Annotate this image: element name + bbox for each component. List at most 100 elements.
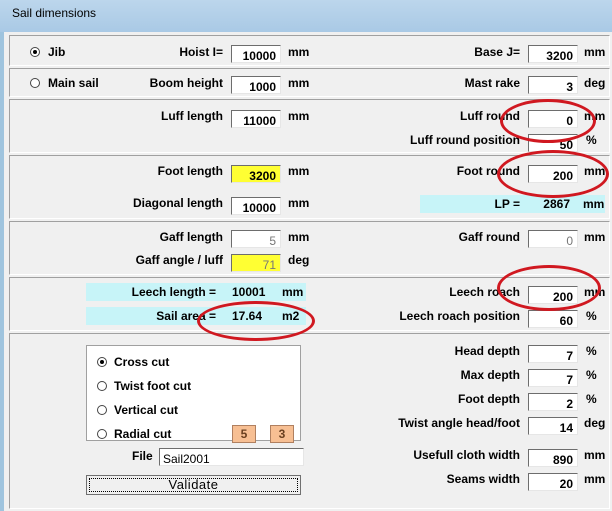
leech-roach-position-label: Leech roach position: [399, 309, 520, 323]
mast-rake-field[interactable]: 3: [528, 76, 578, 94]
base-label: Base J=: [474, 45, 520, 59]
gaff-round-unit: mm: [584, 230, 606, 244]
gaff-length-unit: mm: [288, 230, 310, 244]
cross-cut-radio[interactable]: [97, 357, 107, 367]
foot-panel: Foot length 3200 mm Foot round 200 mm Di…: [9, 155, 610, 219]
gaff-angle-field[interactable]: 71: [231, 254, 281, 272]
diagonal-length-unit: mm: [288, 196, 310, 210]
seams-width-unit: mm: [584, 472, 606, 486]
foot-round-field[interactable]: 200: [528, 165, 578, 183]
leech-length-label: Leech length =: [131, 285, 216, 299]
max-depth-unit: %: [586, 368, 597, 382]
usefull-cloth-width-field[interactable]: 890: [528, 449, 578, 467]
usefull-cloth-width-unit: mm: [584, 448, 606, 462]
title-bar: Sail dimensions: [0, 0, 612, 32]
foot-length-label: Foot length: [157, 164, 223, 178]
sail-area-unit: m2: [282, 309, 300, 323]
max-depth-field[interactable]: 7: [528, 369, 578, 387]
boom-height-label: Boom height: [149, 76, 223, 90]
main-sail-panel: Main sail Boom height 1000 mm Mast rake …: [9, 68, 610, 97]
gaff-angle-label: Gaff angle / luff: [135, 253, 223, 267]
radial-cut-label: Radial cut: [114, 427, 172, 441]
gaff-panel: Gaff length 5 mm Gaff round 0 mm Gaff an…: [9, 221, 610, 275]
mast-rake-unit: deg: [584, 76, 606, 90]
foot-length-field[interactable]: 3200: [231, 165, 281, 183]
hoist-field[interactable]: 10000: [231, 45, 281, 63]
lp-label: LP =: [494, 197, 520, 211]
leech-length-readout: Leech length = 10001 mm: [86, 283, 306, 301]
main-sail-label: Main sail: [48, 76, 99, 90]
seams-width-field[interactable]: 20: [528, 473, 578, 491]
luff-round-field[interactable]: 0: [528, 110, 578, 128]
validate-button[interactable]: Validate: [86, 475, 301, 495]
lp-value: 2867: [543, 197, 570, 211]
vertical-cut-label: Vertical cut: [114, 403, 179, 417]
luff-round-unit: mm: [584, 109, 606, 123]
foot-length-unit: mm: [288, 164, 310, 178]
file-field[interactable]: Sail2001: [159, 448, 304, 466]
sail-area-readout: Sail area = 17.64 m2: [86, 307, 306, 325]
radial-count-b[interactable]: 3: [270, 425, 294, 443]
window-title: Sail dimensions: [12, 6, 97, 20]
foot-depth-unit: %: [586, 392, 597, 406]
twist-angle-unit: deg: [584, 416, 606, 430]
twist-angle-label: Twist angle head/foot: [398, 416, 520, 430]
leech-roach-field[interactable]: 200: [528, 286, 578, 304]
sail-area-value: 17.64: [232, 309, 263, 323]
leech-roach-unit: mm: [584, 285, 606, 299]
gaff-round-label: Gaff round: [458, 230, 520, 244]
gaff-length-field[interactable]: 5: [231, 230, 281, 248]
radial-cut-radio[interactable]: [97, 429, 107, 439]
hoist-label: Hoist I=: [179, 45, 223, 59]
lp-unit: mm: [583, 197, 605, 211]
foot-round-label: Foot round: [456, 164, 520, 178]
gaff-angle-unit: deg: [288, 253, 310, 267]
leech-roach-position-field[interactable]: 60: [528, 310, 578, 328]
base-unit: mm: [584, 45, 606, 59]
lp-readout: LP = 2867 mm: [420, 195, 605, 213]
gaff-round-field[interactable]: 0: [528, 230, 578, 248]
luff-panel: Luff length 11000 mm Luff round 0 mm Luf…: [9, 99, 610, 153]
max-depth-label: Max depth: [460, 368, 520, 382]
base-field[interactable]: 3200: [528, 45, 578, 63]
foot-round-unit: mm: [584, 164, 606, 178]
seams-width-label: Seams width: [446, 472, 520, 486]
head-depth-unit: %: [586, 344, 597, 358]
twist-foot-cut-label: Twist foot cut: [114, 379, 192, 393]
main-sail-radio[interactable]: [30, 78, 40, 88]
luff-round-label: Luff round: [460, 109, 520, 123]
gaff-length-label: Gaff length: [159, 230, 223, 244]
leech-roach-position-unit: %: [586, 309, 597, 323]
jib-panel: Jib Hoist I= 10000 mm Base J= 3200 mm: [9, 35, 610, 66]
jib-label: Jib: [48, 45, 66, 59]
foot-depth-field[interactable]: 2: [528, 393, 578, 411]
head-depth-field[interactable]: 7: [528, 345, 578, 363]
leech-roach-label: Leech roach: [449, 285, 520, 299]
settings-panel: Cross cut Twist foot cut Vertical cut Ra…: [9, 333, 610, 509]
leech-length-value: 10001: [232, 285, 266, 299]
cut-options-group: Cross cut Twist foot cut Vertical cut Ra…: [86, 345, 301, 443]
twist-foot-cut-radio[interactable]: [97, 381, 107, 391]
sail-area-label: Sail area =: [156, 309, 216, 323]
jib-radio[interactable]: [30, 47, 40, 57]
radial-count-a[interactable]: 5: [232, 425, 256, 443]
boom-height-field[interactable]: 1000: [231, 76, 281, 94]
dialog-body: Jib Hoist I= 10000 mm Base J= 3200 mm Ma…: [4, 32, 612, 511]
luff-round-position-label: Luff round position: [410, 133, 520, 147]
luff-length-field[interactable]: 11000: [231, 110, 281, 128]
vertical-cut-radio[interactable]: [97, 405, 107, 415]
boom-height-unit: mm: [288, 76, 310, 90]
luff-round-position-unit: %: [586, 133, 597, 147]
luff-round-position-field[interactable]: 50: [528, 134, 578, 152]
file-label: File: [132, 449, 153, 463]
usefull-cloth-width-label: Usefull cloth width: [413, 448, 520, 462]
twist-angle-field[interactable]: 14: [528, 417, 578, 435]
diagonal-length-field[interactable]: 10000: [231, 197, 281, 215]
luff-length-unit: mm: [288, 109, 310, 123]
leech-length-unit: mm: [282, 285, 304, 299]
cross-cut-label: Cross cut: [114, 355, 170, 369]
hoist-unit: mm: [288, 45, 310, 59]
foot-depth-label: Foot depth: [458, 392, 520, 406]
head-depth-label: Head depth: [454, 344, 520, 358]
diagonal-length-label: Diagonal length: [133, 196, 223, 210]
